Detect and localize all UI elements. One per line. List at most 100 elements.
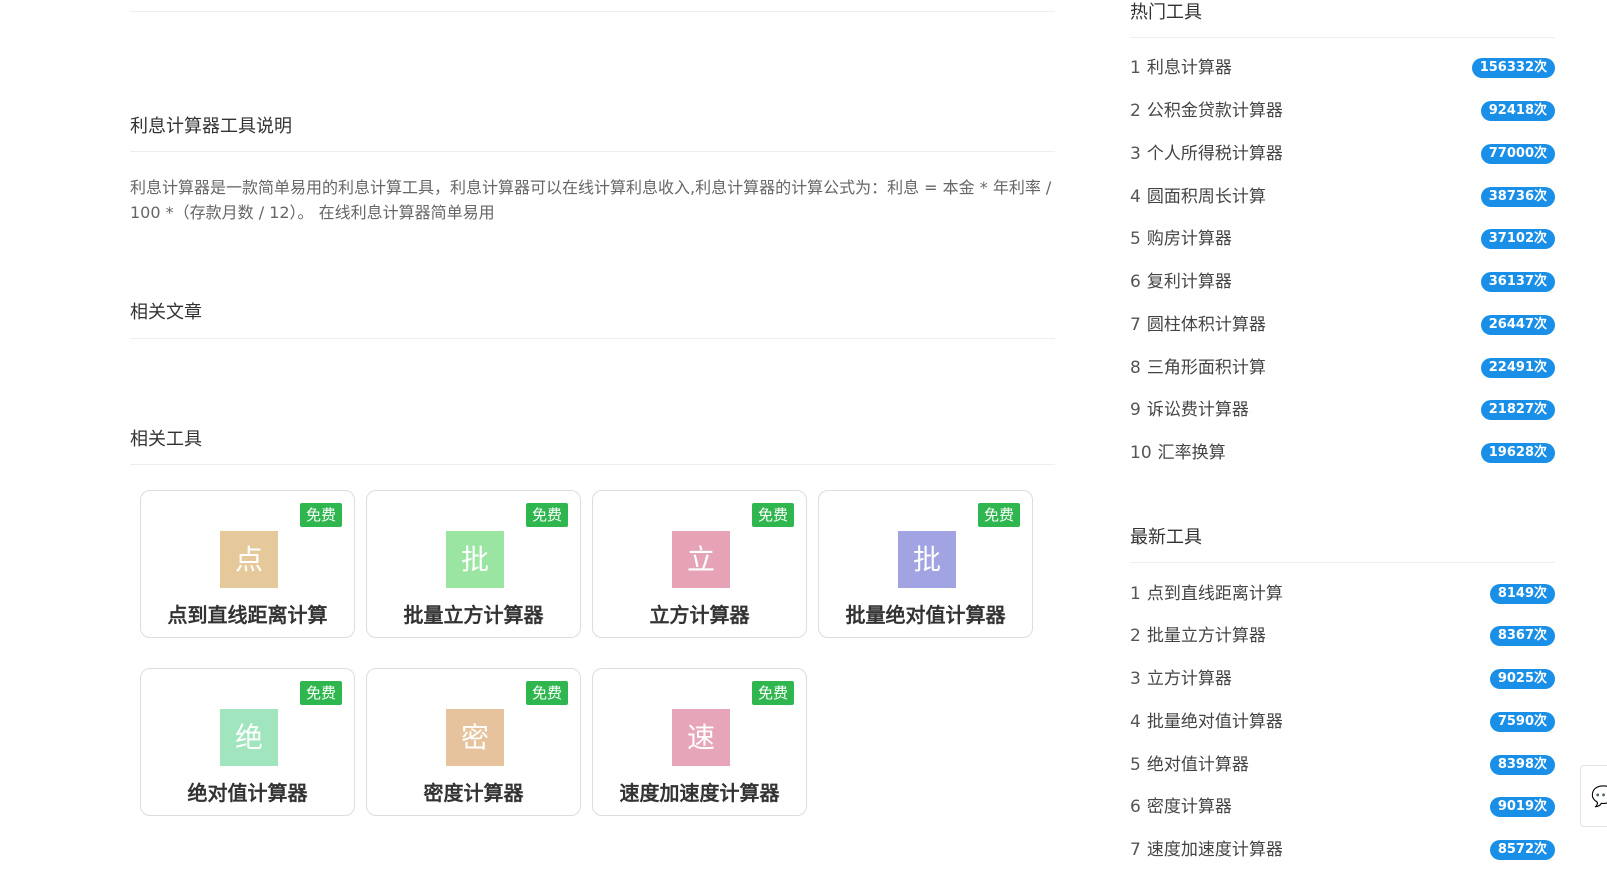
- count-badge: 21827次: [1480, 400, 1555, 420]
- free-badge: 免费: [977, 503, 1020, 527]
- free-badge: 免费: [299, 681, 342, 705]
- tool-link[interactable]: 速度加速度计算器: [1147, 840, 1283, 860]
- count-badge: 9019次: [1489, 797, 1555, 817]
- hot-tool-item[interactable]: 7 圆柱体积计算器 26447次: [1130, 310, 1555, 340]
- rank-number: 3: [1130, 144, 1141, 164]
- count-badge: 8367次: [1489, 626, 1555, 646]
- rank-number: 1: [1130, 584, 1141, 604]
- tool-card[interactable]: 免费 绝 绝对值计算器: [140, 668, 355, 816]
- tool-link[interactable]: 绝对值计算器: [1147, 755, 1249, 775]
- count-badge: 9025次: [1489, 669, 1555, 689]
- tool-card[interactable]: 免费 批 批量立方计算器: [366, 490, 581, 638]
- tool-icon: 速: [672, 709, 730, 766]
- tool-card[interactable]: 免费 密 密度计算器: [366, 668, 581, 816]
- count-badge: 8572次: [1489, 840, 1555, 860]
- related-tools-title: 相关工具: [130, 429, 202, 450]
- hot-tool-item[interactable]: 4 圆面积周长计算 38736次: [1130, 182, 1555, 212]
- divider: [130, 151, 1055, 152]
- rank-number: 6: [1130, 797, 1141, 817]
- floating-chat-button[interactable]: 💬: [1580, 765, 1607, 827]
- rank-number: 7: [1130, 840, 1141, 860]
- tool-name: 点到直线距离计算: [167, 603, 328, 627]
- new-tool-item[interactable]: 6 密度计算器 9019次: [1130, 792, 1555, 822]
- intro-title: 利息计算器工具说明: [130, 116, 292, 137]
- tool-link[interactable]: 汇率换算: [1158, 443, 1226, 463]
- rank-number: 4: [1130, 187, 1141, 207]
- rank-number: 6: [1130, 272, 1141, 292]
- tool-card[interactable]: 免费 速 速度加速度计算器: [592, 668, 807, 816]
- tool-link[interactable]: 个人所得税计算器: [1147, 144, 1283, 164]
- count-badge: 8398次: [1489, 755, 1555, 775]
- count-badge: 38736次: [1480, 187, 1555, 207]
- tool-link[interactable]: 公积金贷款计算器: [1147, 101, 1283, 121]
- tool-link[interactable]: 批量立方计算器: [1147, 626, 1266, 646]
- new-tool-item[interactable]: 5 绝对值计算器 8398次: [1130, 750, 1555, 780]
- tool-icon: 批: [898, 531, 956, 588]
- free-badge: 免费: [525, 681, 568, 705]
- tool-link[interactable]: 三角形面积计算: [1147, 358, 1266, 378]
- new-tool-item[interactable]: 1 点到直线距离计算 8149次: [1130, 579, 1555, 609]
- hot-tool-item[interactable]: 5 购房计算器 37102次: [1130, 224, 1555, 254]
- tool-link[interactable]: 圆柱体积计算器: [1147, 315, 1266, 335]
- count-badge: 36137次: [1480, 272, 1555, 292]
- tool-icon: 点: [220, 531, 278, 588]
- tool-name: 绝对值计算器: [187, 781, 308, 805]
- hot-tool-item[interactable]: 8 三角形面积计算 22491次: [1130, 353, 1555, 383]
- hot-tool-item[interactable]: 1 利息计算器 156332次: [1130, 53, 1555, 83]
- count-badge: 22491次: [1480, 358, 1555, 378]
- count-badge: 26447次: [1480, 315, 1555, 335]
- tool-link[interactable]: 购房计算器: [1147, 229, 1232, 249]
- free-badge: 免费: [751, 681, 794, 705]
- rank-number: 5: [1130, 755, 1141, 775]
- tool-link[interactable]: 利息计算器: [1147, 58, 1232, 78]
- tool-link[interactable]: 点到直线距离计算: [1147, 584, 1283, 604]
- tool-name: 批量立方计算器: [403, 603, 544, 627]
- new-tool-item[interactable]: 2 批量立方计算器 8367次: [1130, 621, 1555, 651]
- divider: [1130, 37, 1555, 38]
- tool-link[interactable]: 诉讼费计算器: [1147, 400, 1249, 420]
- hot-tools-title: 热门工具: [1130, 2, 1202, 23]
- count-badge: 77000次: [1480, 144, 1555, 164]
- divider: [1130, 562, 1555, 563]
- related-articles-title: 相关文章: [130, 302, 202, 323]
- count-badge: 37102次: [1480, 229, 1555, 249]
- tool-link[interactable]: 立方计算器: [1147, 669, 1232, 689]
- divider: [130, 464, 1055, 465]
- tool-card[interactable]: 免费 立 立方计算器: [592, 490, 807, 638]
- tool-card[interactable]: 免费 点 点到直线距离计算: [140, 490, 355, 638]
- tool-link[interactable]: 批量绝对值计算器: [1147, 712, 1283, 732]
- tool-icon: 批: [446, 531, 504, 588]
- count-badge: 19628次: [1480, 443, 1555, 463]
- new-tool-item[interactable]: 3 立方计算器 9025次: [1130, 664, 1555, 694]
- tool-icon: 立: [672, 531, 730, 588]
- new-tool-item[interactable]: 7 速度加速度计算器 8572次: [1130, 835, 1555, 865]
- rank-number: 10: [1130, 443, 1152, 463]
- hot-tool-item[interactable]: 3 个人所得税计算器 77000次: [1130, 139, 1555, 169]
- tool-link[interactable]: 复利计算器: [1147, 272, 1232, 292]
- count-badge: 156332次: [1471, 58, 1555, 78]
- count-badge: 8149次: [1489, 584, 1555, 604]
- rank-number: 2: [1130, 101, 1141, 121]
- tool-link[interactable]: 密度计算器: [1147, 797, 1232, 817]
- tool-link[interactable]: 圆面积周长计算: [1147, 187, 1266, 207]
- tool-card[interactable]: 免费 批 批量绝对值计算器: [818, 490, 1033, 638]
- tool-name: 批量绝对值计算器: [845, 603, 1006, 627]
- hot-tool-item[interactable]: 6 复利计算器 36137次: [1130, 267, 1555, 297]
- new-tool-item[interactable]: 4 批量绝对值计算器 7590次: [1130, 707, 1555, 737]
- free-badge: 免费: [299, 503, 342, 527]
- intro-text: 利息计算器是一款简单易用的利息计算工具，利息计算器可以在线计算利息收入,利息计算…: [130, 178, 1052, 222]
- tool-name: 速度加速度计算器: [619, 781, 780, 805]
- count-badge: 7590次: [1489, 712, 1555, 732]
- chat-icon: 💬: [1591, 784, 1607, 808]
- rank-number: 4: [1130, 712, 1141, 732]
- new-tools-title: 最新工具: [1130, 527, 1202, 548]
- free-badge: 免费: [525, 503, 568, 527]
- free-badge: 免费: [751, 503, 794, 527]
- tool-name: 密度计算器: [423, 781, 524, 805]
- rank-number: 5: [1130, 229, 1141, 249]
- hot-tool-item[interactable]: 10 汇率换算 19628次: [1130, 438, 1555, 468]
- hot-tool-item[interactable]: 2 公积金贷款计算器 92418次: [1130, 96, 1555, 126]
- hot-tool-item[interactable]: 9 诉讼费计算器 21827次: [1130, 395, 1555, 425]
- rank-number: 9: [1130, 400, 1141, 420]
- tool-icon: 绝: [220, 709, 278, 766]
